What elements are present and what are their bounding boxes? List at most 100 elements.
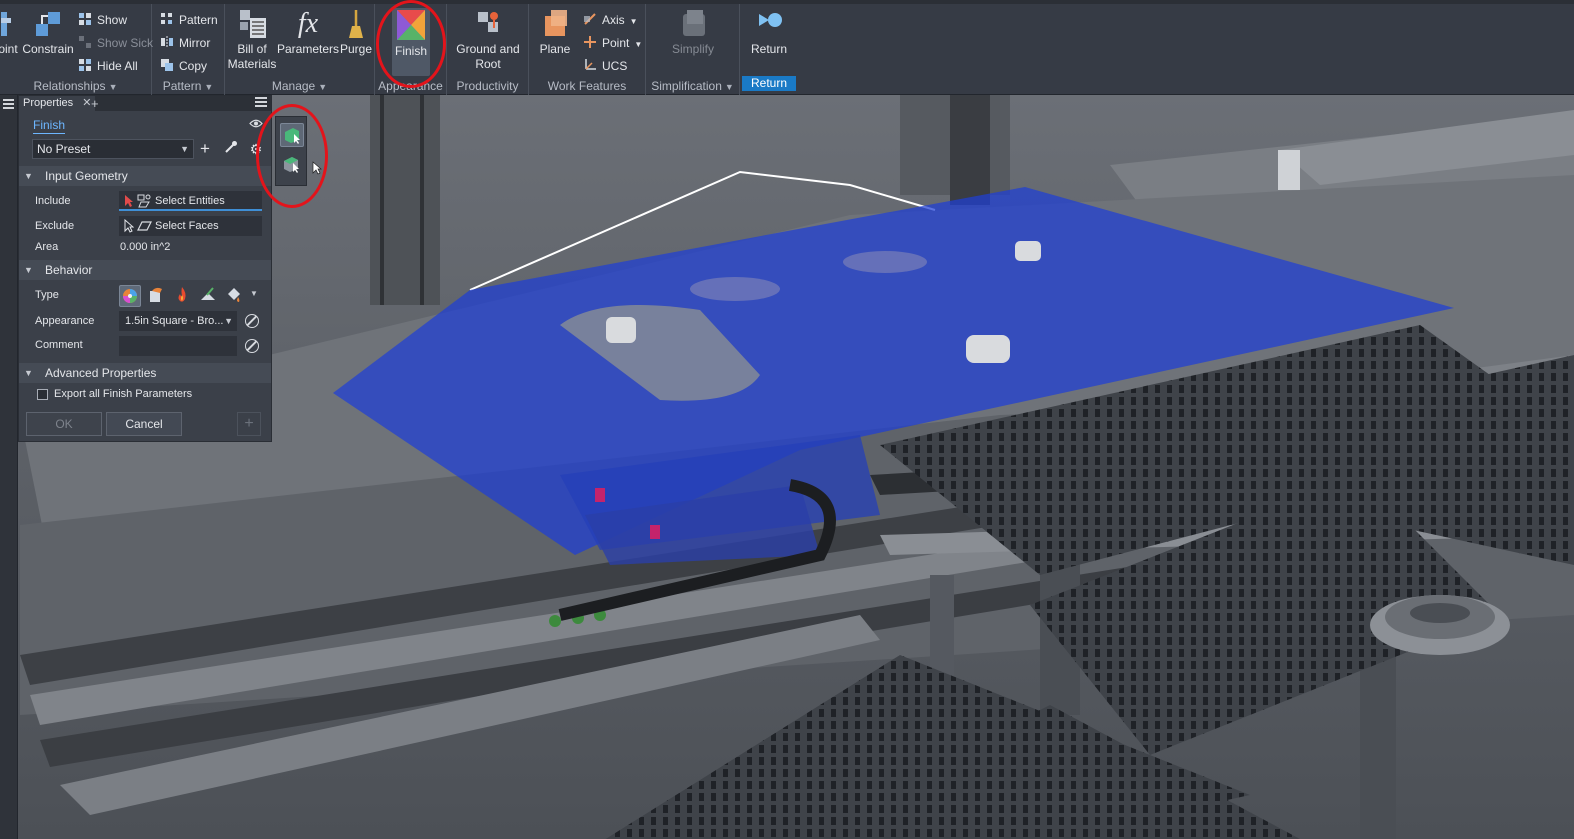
finish-feature-link[interactable]: Finish [33, 118, 66, 134]
ground-and-root-icon [478, 12, 498, 32]
appearance-group-label: Appearance [378, 79, 443, 93]
ucs-icon [585, 59, 596, 70]
axis-button[interactable]: Axis ▼ [583, 10, 638, 30]
clear-comment-icon[interactable] [245, 339, 259, 353]
plane-button[interactable]: Plane [535, 8, 575, 57]
select-arrow-icon [125, 195, 133, 207]
select-face-mode-button[interactable] [280, 153, 304, 177]
point-icon [1, 12, 11, 36]
appearance-dropdown[interactable]: 1.5in Square - Bro... ▼ [119, 311, 237, 331]
chevron-down-icon: ▼ [180, 144, 189, 154]
add-preset-icon[interactable]: + [196, 140, 214, 158]
include-selector[interactable]: Select Entities [119, 191, 262, 211]
pattern-icon [161, 13, 172, 24]
purge-broom-icon [349, 10, 363, 38]
section-behavior[interactable]: ▼ Behavior [19, 260, 271, 280]
dropdown-arrow-icon: ▼ [724, 82, 734, 92]
pattern-button[interactable]: Pattern [160, 10, 218, 30]
return-arrow-icon [759, 13, 782, 27]
simplification-group-label[interactable]: Simplification ▼ [646, 79, 739, 93]
left-panel-strip [0, 95, 18, 839]
work-features-group-label: Work Features [547, 79, 627, 93]
add-tab-icon[interactable]: + [91, 96, 99, 111]
finish-icon [397, 10, 425, 40]
select-face-icon [284, 157, 299, 173]
include-label: Include [35, 195, 71, 207]
heat-treatment-icon[interactable] [171, 285, 193, 307]
point-button[interactable]: oint [0, 8, 18, 57]
ribbon-group-simplification: Simplify Simplification ▼ [646, 4, 740, 95]
return-button[interactable]: Return [746, 8, 792, 57]
panel-menu-icon[interactable] [255, 97, 267, 109]
material-coating-icon[interactable] [145, 285, 167, 307]
copy-button[interactable]: Copy [160, 56, 207, 76]
mirror-button[interactable]: Mirror [160, 33, 210, 53]
parameters-fx-icon: fx [297, 8, 319, 39]
eyedropper-icon[interactable] [222, 140, 240, 158]
ucs-button[interactable]: UCS [583, 56, 627, 76]
chevron-down-icon: ▼ [224, 316, 233, 326]
ribbon-group-relationships: oint Constrain Show Show Sick Hide All R… [0, 4, 153, 95]
show-icon [79, 13, 91, 25]
area-label: Area [35, 241, 59, 253]
eye-icon[interactable] [249, 119, 263, 128]
simplify-button[interactable]: Simplify [658, 8, 728, 57]
hide-all-icon [79, 59, 91, 71]
clear-appearance-icon[interactable] [245, 314, 259, 328]
purge-button[interactable]: Purge [338, 8, 374, 57]
simplify-icon [683, 10, 705, 36]
settings-gear-icon[interactable]: ⚙ [247, 140, 265, 158]
return-group-label: Return [742, 76, 796, 91]
dropdown-arrow-icon: ▼ [318, 82, 328, 92]
select-arrow-icon [124, 219, 134, 233]
select-body-mode-button[interactable] [280, 123, 304, 147]
ribbon-group-appearance: Finish Appearance [375, 4, 447, 95]
select-faces-icon [137, 221, 152, 231]
hide-all-button[interactable]: Hide All [78, 56, 138, 76]
pattern-group-label[interactable]: Pattern ▼ [152, 79, 224, 93]
export-finish-checkbox[interactable] [37, 389, 48, 400]
ground-and-root-button[interactable]: Ground and Root [451, 8, 525, 72]
properties-tab[interactable]: Properties ✕ [19, 96, 96, 111]
cancel-button[interactable]: Cancel [106, 412, 182, 436]
selection-mode-toolbar [275, 116, 307, 186]
exclude-label: Exclude [35, 220, 75, 232]
section-input-geometry[interactable]: ▼ Input Geometry [19, 166, 271, 186]
apply-plus-button[interactable]: + [237, 412, 261, 436]
manage-group-label[interactable]: Manage ▼ [225, 79, 374, 93]
dropdown-arrow-icon: ▼ [108, 82, 118, 92]
preset-dropdown[interactable]: No Preset ▼ [32, 139, 194, 159]
exclude-selector[interactable]: Select Faces [119, 216, 262, 236]
collapse-triangle-icon: ▼ [24, 368, 33, 378]
appearance-type-icon[interactable] [119, 285, 141, 307]
type-more-dropdown-icon[interactable]: ▼ [250, 289, 258, 298]
appearance-label: Appearance [35, 315, 95, 327]
ok-button[interactable]: OK [26, 412, 102, 436]
show-button[interactable]: Show [78, 10, 127, 30]
browser-menu-icon[interactable] [3, 99, 14, 109]
comment-input[interactable] [119, 336, 237, 356]
dropdown-arrow-icon: ▼ [634, 40, 643, 49]
ribbon-group-work-features: Plane Axis ▼ Point ▼ UCS Work Features [529, 4, 646, 95]
point-feature-button[interactable]: Point ▼ [583, 33, 642, 53]
relationships-group-label[interactable]: Relationships ▼ [0, 79, 151, 93]
ribbon-group-manage: Bill of Materials fx Parameters Purge Man… [225, 4, 375, 95]
dropdown-arrow-icon: ▼ [629, 17, 638, 26]
parameters-button[interactable]: fx Parameters [277, 8, 339, 57]
constrain-icon [36, 12, 60, 36]
surface-finish-icon[interactable] [197, 285, 219, 307]
constrain-button[interactable]: Constrain [22, 8, 74, 57]
dropdown-arrow-icon: ▼ [204, 82, 214, 92]
show-sick-icon [79, 36, 91, 48]
productivity-group-label: Productivity [456, 79, 519, 93]
export-finish-label: Export all Finish Parameters [54, 388, 193, 400]
axis-icon [584, 13, 596, 25]
copy-icon [161, 59, 173, 71]
ribbon-group-return: Return Return [740, 4, 798, 95]
paint-bucket-icon[interactable] [223, 285, 245, 307]
bill-of-materials-button[interactable]: Bill of Materials [227, 8, 277, 72]
show-sick-button[interactable]: Show Sick [78, 33, 153, 53]
ribbon-group-productivity: Ground and Root Productivity [447, 4, 529, 95]
section-advanced-properties[interactable]: ▼ Advanced Properties [19, 363, 271, 383]
finish-button[interactable]: Finish [392, 8, 430, 76]
